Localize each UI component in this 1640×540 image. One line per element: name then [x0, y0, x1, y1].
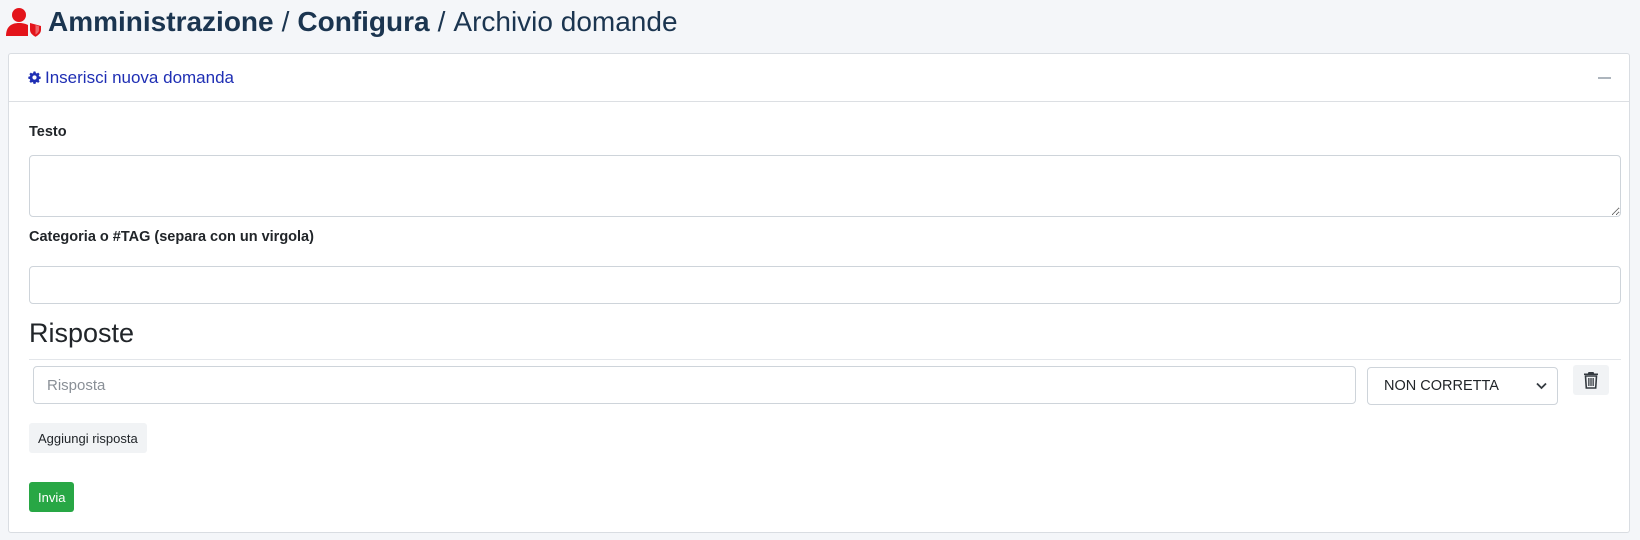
gear-icon [28, 71, 41, 84]
submit-button[interactable]: Invia [29, 482, 75, 512]
answer-input[interactable] [33, 366, 1356, 404]
correctness-select[interactable]: NON CORRETTA [1367, 367, 1558, 405]
card-title: Inserisci nuova domanda [45, 67, 235, 87]
question-text-field[interactable] [29, 155, 1621, 217]
breadcrumb-item-configura[interactable]: Configura [297, 6, 429, 38]
chevron-down-icon [1536, 382, 1547, 390]
breadcrumb-separator: / [281, 6, 290, 37]
delete-answer-button[interactable] [1573, 365, 1609, 395]
breadcrumb-separator: / [437, 6, 446, 37]
breadcrumb-item-amministrazione[interactable]: Amministrazione [48, 6, 274, 38]
text-label: Testo [29, 124, 67, 140]
divider [29, 359, 1621, 360]
breadcrumb: Amministrazione / Configura / Archivio d… [6, 0, 678, 44]
trash-icon [1584, 372, 1598, 389]
question-form-card: Inserisci nuova domanda Testo Categoria … [8, 53, 1630, 533]
answers-section-title: Risposte [29, 318, 135, 348]
add-answer-button[interactable]: Aggiungi risposta [29, 423, 147, 453]
page-title: Archivio domande [453, 6, 678, 37]
collapse-button[interactable] [1595, 70, 1615, 86]
user-shield-icon [6, 8, 41, 37]
tag-input[interactable] [29, 266, 1621, 304]
correctness-select-value: NON CORRETTA [1384, 378, 1499, 394]
card-header: Inserisci nuova domanda [9, 54, 1629, 102]
tag-label: Categoria o #TAG (separa con un virgola) [29, 229, 314, 245]
